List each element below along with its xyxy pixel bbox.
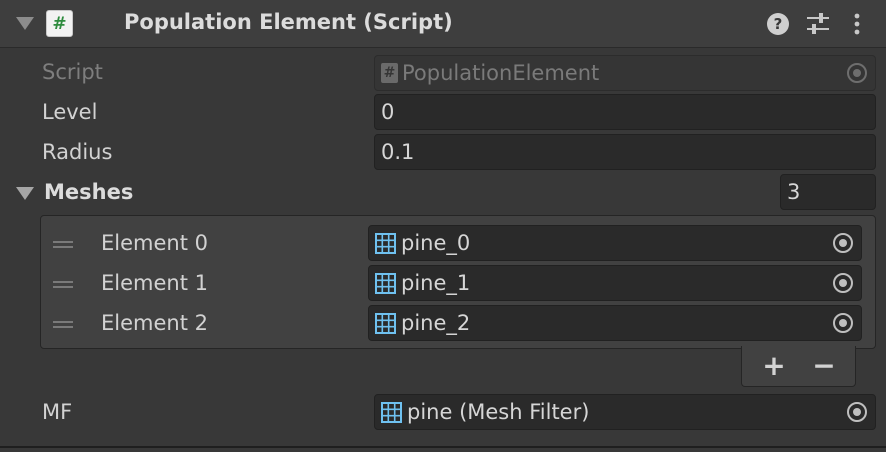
- mesh-object-field[interactable]: pine_2: [368, 305, 862, 341]
- component-foldout-icon[interactable]: [16, 17, 34, 30]
- drag-handle-icon[interactable]: [53, 281, 73, 288]
- script-component-icon: #: [46, 10, 73, 37]
- drag-handle-icon[interactable]: [53, 321, 73, 328]
- script-field: # PopulationElement: [374, 55, 876, 91]
- object-picker-target-icon[interactable]: [833, 273, 853, 293]
- add-element-button[interactable]: +: [762, 349, 786, 382]
- mesh-grid-icon: [375, 272, 396, 294]
- element-label: Element 2: [101, 311, 208, 335]
- mesh-grid-icon: [375, 312, 396, 334]
- mesh-object-field[interactable]: pine_0: [368, 225, 862, 261]
- level-label: Level: [42, 100, 98, 124]
- script-value: PopulationElement: [402, 61, 600, 85]
- radius-label: Radius: [42, 140, 113, 164]
- script-picker-target-icon: [847, 63, 867, 83]
- level-input[interactable]: 0: [374, 94, 876, 130]
- divider: [0, 446, 886, 448]
- list-item: Element 0 pine_0: [41, 223, 875, 263]
- list-item: Element 1 pine_1: [41, 263, 875, 303]
- drag-handle-icon[interactable]: [53, 241, 73, 248]
- list-item: Element 2 pine_2: [41, 303, 875, 343]
- script-file-icon: #: [381, 63, 398, 83]
- meshes-size-input[interactable]: 3: [780, 174, 876, 210]
- mesh-grid-icon: [381, 401, 402, 423]
- script-label: Script: [42, 60, 103, 84]
- object-picker-target-icon[interactable]: [833, 313, 853, 333]
- mf-label: MF: [42, 400, 73, 424]
- list-footer: + −: [741, 346, 856, 387]
- presets-icon[interactable]: [806, 12, 830, 36]
- mesh-value: pine_2: [401, 311, 471, 335]
- mesh-value: pine_1: [401, 271, 471, 295]
- help-icon[interactable]: ?: [767, 13, 789, 35]
- radius-input[interactable]: 0.1: [374, 134, 876, 170]
- meshes-list: Element 0 pine_0 Element 1 pine_1 Elemen…: [40, 215, 876, 349]
- kebab-menu-icon[interactable]: [849, 12, 865, 36]
- meshes-foldout[interactable]: Meshes 3: [0, 174, 886, 214]
- component-header[interactable]: # Population Element (Script) ?: [0, 0, 886, 48]
- object-picker-target-icon[interactable]: [833, 233, 853, 253]
- element-label: Element 1: [101, 271, 208, 295]
- meshes-label: Meshes: [44, 180, 134, 204]
- element-label: Element 0: [101, 231, 208, 255]
- remove-element-button[interactable]: −: [812, 349, 836, 382]
- meshes-foldout-icon[interactable]: [16, 187, 34, 200]
- object-picker-target-icon[interactable]: [847, 402, 867, 422]
- mesh-grid-icon: [375, 232, 396, 254]
- mf-value: pine (Mesh Filter): [407, 400, 590, 424]
- mf-object-field[interactable]: pine (Mesh Filter): [374, 394, 876, 430]
- component-title: Population Element (Script): [124, 10, 453, 34]
- mesh-value: pine_0: [401, 231, 471, 255]
- mesh-object-field[interactable]: pine_1: [368, 265, 862, 301]
